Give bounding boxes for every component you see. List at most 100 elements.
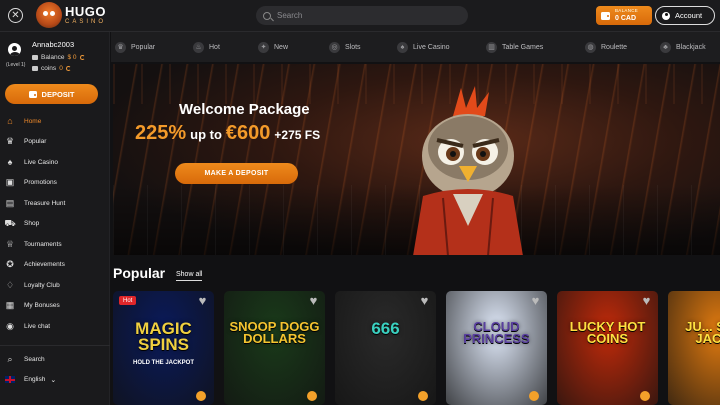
category-tab-new[interactable]: ✦ New <box>258 41 289 53</box>
chevron-down-icon: ⌄ <box>50 376 57 384</box>
slots-icon: ◎ <box>329 41 340 53</box>
game-subtitle: HOLD THE JACKPOT <box>132 360 194 366</box>
category-label: Blackjack <box>676 43 706 51</box>
account-label: Account <box>675 11 703 20</box>
hugo-bird-mascot <box>413 86 523 255</box>
game-card[interactable]: ♥JU... SEV... JACK... <box>668 291 720 405</box>
game-card[interactable]: Hot ♥ MAGIC SPINS HOLD THE JACKPOT <box>113 291 214 405</box>
promo-banner[interactable]: Welcome Package 225% up to €600 +275 FS … <box>113 64 720 255</box>
sidebar-item-label: Popular <box>24 138 47 146</box>
user-level: (Level 1) <box>6 62 26 68</box>
sidebar-item-promotions[interactable]: ▣ Promotions <box>0 173 110 194</box>
coins-row: coins 0 <box>32 65 71 72</box>
search-bar[interactable] <box>256 6 468 25</box>
balance-amount: $ 0 <box>67 54 77 61</box>
sidebar-bottom: ⌕ Search English ⌄ <box>0 345 110 390</box>
category-label: Popular <box>131 43 156 51</box>
sidebar-item-shop[interactable]: ⛟ Shop <box>0 214 110 235</box>
sidebar-item-loyalty-club[interactable]: ♢ Loyalty Club <box>0 275 110 296</box>
sidebar-item-home[interactable]: ⌂ Home <box>0 111 110 132</box>
refresh-icon[interactable] <box>79 55 85 60</box>
balance-button[interactable]: BALANCE 0 CAD <box>596 6 652 25</box>
avatar[interactable] <box>8 43 21 56</box>
sidebar-item-search[interactable]: ⌕ Search <box>0 349 110 370</box>
logo-subtitle: CASINO <box>65 19 107 25</box>
category-tab-slots[interactable]: ◎ Slots <box>329 41 361 53</box>
crown-icon: ♛ <box>5 136 15 147</box>
sidebar-item-label: Live Casino <box>24 158 58 166</box>
deposit-button[interactable]: DEPOSIT <box>5 84 98 104</box>
game-card[interactable]: ♥ LUCKY HOT COINS <box>557 291 658 405</box>
balance-label: BALANCE <box>615 8 639 14</box>
hot-badge: Hot <box>119 296 137 305</box>
provider-icon <box>307 391 317 401</box>
game-carousel: Hot ♥ MAGIC SPINS HOLD THE JACKPOT ♥ SNOOP DO… <box>113 291 720 405</box>
favorite-heart-icon[interactable]: ♥ <box>418 294 431 307</box>
favorite-heart-icon[interactable]: ♥ <box>640 294 653 307</box>
coins-icon <box>32 66 38 71</box>
category-tab-blackjack[interactable]: ♣ Blackjack <box>660 41 706 53</box>
game-title: CLOUD PRINCESS <box>463 319 530 347</box>
sidebar-item-label: Treasure Hunt <box>24 199 66 207</box>
game-card[interactable]: ♥ CLOUD PRINCESS <box>446 291 547 405</box>
sidebar-item-popular[interactable]: ♛ Popular <box>0 132 110 153</box>
sidebar-nav: ⌂ Home ♛ Popular ♠ Live Casino ▣ Promotions ▤ Tre… <box>0 111 110 337</box>
category-tab-roulette[interactable]: ◍ Roulette <box>585 41 627 53</box>
game-card[interactable]: ♥ 666 <box>335 291 436 405</box>
blackjack-icon: ♣ <box>660 41 671 53</box>
category-label: Hot <box>209 43 220 51</box>
category-bar: ♛ Popular ♨ Hot ✦ New ◎ Slots ♠ Live Casino ▥ Table… <box>111 32 720 62</box>
refresh-icon[interactable] <box>65 66 71 71</box>
category-label: Table Games <box>502 43 544 51</box>
top-bar: ✕ HUGO CASINO BALANCE 0 CAD Account <box>0 0 720 32</box>
sidebar-item-label: Live chat <box>24 322 51 330</box>
sidebar-item-label: Home <box>24 117 42 125</box>
sidebar-item-live-casino[interactable]: ♠ Live Casino <box>0 152 110 173</box>
deposit-label: DEPOSIT <box>41 89 75 99</box>
make-deposit-button[interactable]: MAKE A DEPOSIT <box>175 163 298 184</box>
language-selector[interactable]: English ⌄ <box>0 370 110 390</box>
category-tab-live-casino[interactable]: ♠ Live Casino <box>397 41 450 53</box>
category-tab-popular[interactable]: ♛ Popular <box>115 41 156 53</box>
category-label: New <box>274 43 289 51</box>
promotions-icon: ▣ <box>5 177 15 188</box>
uk-flag-icon <box>5 376 15 383</box>
trophy-icon: ♕ <box>5 238 15 249</box>
category-tab-table-games[interactable]: ▥ Table Games <box>486 41 544 53</box>
chat-icon: ◉ <box>6 320 14 331</box>
logo-bird-icon <box>36 2 62 28</box>
show-all-link[interactable]: Show all <box>176 271 203 281</box>
promo-percent: 225% <box>135 122 187 144</box>
cart-icon: ⛟ <box>4 217 16 228</box>
favorite-heart-icon[interactable]: ♥ <box>196 294 209 307</box>
logo[interactable]: HUGO CASINO <box>36 2 106 28</box>
table-games-icon: ▥ <box>486 41 497 53</box>
gift-icon: ▦ <box>5 300 15 311</box>
account-button[interactable]: Account <box>655 6 715 25</box>
sidebar-item-label: Achievements <box>24 261 65 269</box>
favorite-heart-icon[interactable]: ♥ <box>529 294 542 307</box>
language-label: English <box>24 376 46 383</box>
favorite-heart-icon[interactable]: ♥ <box>307 294 320 307</box>
section-title: Popular <box>113 265 166 281</box>
sidebar-item-label: Loyalty Club <box>24 281 60 289</box>
sidebar-item-treasure-hunt[interactable]: ▤ Treasure Hunt <box>0 193 110 214</box>
search-input[interactable] <box>277 11 457 20</box>
sidebar-item-label: Promotions <box>24 179 57 187</box>
sidebar-item-achievements[interactable]: ✪ Achievements <box>0 255 110 276</box>
sidebar-item-live-chat[interactable]: ◉ Live chat <box>0 316 110 337</box>
logo-title: HUGO <box>65 4 106 19</box>
promo-offer: 225% up to €600 +275 FS <box>135 122 320 145</box>
new-icon: ✦ <box>258 41 269 53</box>
provider-icon <box>529 391 539 401</box>
close-icon[interactable]: ✕ <box>8 8 23 23</box>
promo-amount: €600 <box>225 122 271 144</box>
sidebar-item-tournaments[interactable]: ♕ Tournaments <box>0 234 110 255</box>
coins-label: coins <box>41 65 57 72</box>
category-tab-hot[interactable]: ♨ Hot <box>193 41 220 53</box>
game-title: 666 <box>371 319 400 338</box>
provider-icon <box>418 391 428 401</box>
category-label: Live Casino <box>413 43 450 51</box>
game-card[interactable]: ♥ SNOOP DOGG DOLLARS <box>224 291 325 405</box>
sidebar-item-my-bonuses[interactable]: ▦ My Bonuses <box>0 296 110 317</box>
